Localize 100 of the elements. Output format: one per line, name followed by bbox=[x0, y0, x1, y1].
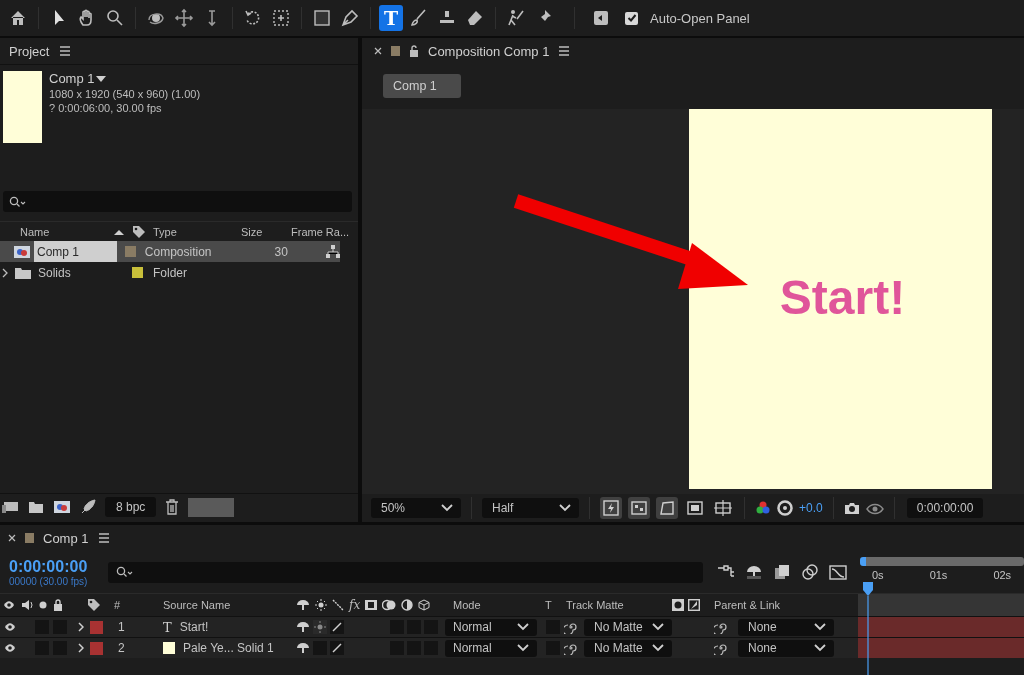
film-icon[interactable] bbox=[365, 599, 378, 611]
project-row[interactable]: Solids Folder bbox=[0, 262, 358, 283]
zoom-dropdown[interactable]: 50% bbox=[371, 498, 461, 518]
track-matte-dropdown[interactable]: No Matte bbox=[584, 618, 672, 636]
close-icon[interactable] bbox=[374, 47, 382, 55]
search-field[interactable] bbox=[3, 191, 352, 212]
camera-icon[interactable] bbox=[843, 501, 860, 515]
trash-icon[interactable] bbox=[165, 499, 180, 515]
column-header[interactable]: T bbox=[545, 599, 552, 611]
flowchart-icon[interactable] bbox=[717, 564, 735, 580]
resolution-dropdown[interactable]: Half bbox=[482, 498, 579, 518]
menu-icon[interactable] bbox=[97, 532, 110, 544]
column-header[interactable]: # bbox=[114, 599, 121, 611]
adjustment-icon[interactable] bbox=[401, 599, 414, 611]
matte-icon[interactable] bbox=[672, 599, 684, 611]
composition-icon[interactable] bbox=[53, 500, 71, 514]
layer-name[interactable]: Pale Ye... Solid 1 bbox=[183, 641, 274, 655]
expand-chevron-icon[interactable] bbox=[2, 267, 8, 278]
item-type: Folder bbox=[152, 264, 188, 282]
sort-arrow-icon[interactable] bbox=[114, 228, 124, 235]
eye-icon[interactable] bbox=[3, 600, 15, 610]
sun-icon[interactable] bbox=[315, 599, 327, 611]
region-icon bbox=[686, 499, 704, 517]
view-toggle-button[interactable] bbox=[600, 497, 622, 519]
project-row[interactable]: Comp 1 Composition 30 bbox=[0, 241, 340, 262]
layer-row[interactable]: 2 Pale Ye... Solid 1 Normal No Matte None bbox=[0, 637, 1024, 658]
graph-editor-icon[interactable] bbox=[829, 564, 847, 580]
checkbox[interactable] bbox=[625, 11, 638, 25]
lock-icon[interactable] bbox=[53, 599, 63, 611]
panel-icon[interactable] bbox=[593, 10, 609, 26]
type-tool-button[interactable]: T bbox=[379, 5, 403, 31]
close-icon[interactable] bbox=[8, 534, 16, 542]
mode-dropdown[interactable]: Normal bbox=[445, 618, 537, 636]
panel-tab[interactable]: Comp 1 bbox=[43, 530, 89, 546]
invert-matte-icon[interactable] bbox=[688, 599, 700, 611]
label-swatch bbox=[25, 533, 34, 543]
quality-icon[interactable] bbox=[330, 620, 344, 634]
shy-layers-icon[interactable] bbox=[745, 564, 763, 580]
expand-chevron-icon[interactable] bbox=[78, 622, 84, 632]
expand-chevron-icon[interactable] bbox=[78, 643, 84, 653]
interpret-footage-icon[interactable] bbox=[1, 500, 19, 514]
layer-number: 1 bbox=[118, 620, 125, 634]
solo-dot-icon[interactable] bbox=[39, 601, 47, 609]
search-field[interactable] bbox=[108, 561, 703, 583]
visibility-toggle[interactable] bbox=[3, 620, 17, 634]
bit-depth-button[interactable]: 8 bpc bbox=[105, 497, 157, 517]
tag-icon[interactable] bbox=[132, 224, 146, 239]
breadcrumb-button[interactable]: Comp 1 bbox=[383, 74, 461, 98]
speaker-icon[interactable] bbox=[21, 600, 33, 610]
parent-dropdown[interactable]: None bbox=[738, 639, 834, 657]
shy-icon[interactable] bbox=[296, 599, 310, 611]
parent-dropdown[interactable]: None bbox=[738, 618, 834, 636]
column-header[interactable]: Name bbox=[20, 225, 50, 238]
track-matte-dropdown[interactable]: No Matte bbox=[584, 639, 672, 657]
column-header[interactable]: Source Name bbox=[163, 599, 231, 611]
flowchart-icon[interactable] bbox=[326, 244, 340, 259]
frame-blending-icon[interactable] bbox=[773, 564, 791, 580]
tag-icon[interactable] bbox=[87, 598, 101, 612]
column-header[interactable]: fx bbox=[349, 598, 361, 612]
lock-icon[interactable] bbox=[409, 45, 419, 57]
current-time[interactable]: 0:00:00:00 bbox=[9, 557, 108, 576]
column-header[interactable]: Mode bbox=[453, 599, 481, 611]
shy-icon[interactable] bbox=[296, 621, 310, 633]
checkerboard-icon bbox=[630, 499, 648, 517]
folder-icon[interactable] bbox=[28, 500, 44, 514]
quality-icon[interactable] bbox=[330, 641, 344, 655]
label-swatch[interactable] bbox=[90, 620, 103, 634]
color-swatch[interactable] bbox=[188, 497, 235, 517]
caret-icon[interactable] bbox=[95, 74, 106, 83]
column-header[interactable]: Type bbox=[150, 222, 238, 241]
column-header[interactable]: Track Matte bbox=[566, 599, 624, 611]
aperture-icon[interactable] bbox=[777, 500, 793, 516]
exposure-value[interactable]: +0.0 bbox=[799, 501, 823, 515]
view-toggle-button[interactable] bbox=[656, 497, 678, 519]
column-header[interactable]: Parent & Link bbox=[714, 599, 781, 611]
eraser-icon bbox=[465, 8, 485, 28]
blend-icon[interactable] bbox=[382, 599, 397, 611]
visibility-toggle[interactable] bbox=[3, 641, 17, 655]
menu-icon[interactable] bbox=[59, 45, 72, 57]
item-name: Comp 1 bbox=[34, 241, 117, 262]
layer-name[interactable]: Start! bbox=[179, 620, 209, 634]
timecode-field[interactable]: 0:00:00:00 bbox=[906, 498, 984, 518]
view-toggle-button[interactable] bbox=[628, 497, 650, 519]
shy-icon[interactable] bbox=[296, 642, 310, 654]
panel-tab[interactable]: Composition Comp 1 bbox=[428, 43, 550, 59]
cube-icon[interactable] bbox=[418, 599, 431, 611]
menu-icon[interactable] bbox=[558, 45, 571, 57]
column-header[interactable]: Frame Ra... bbox=[288, 222, 346, 241]
rgb-channels-icon[interactable] bbox=[755, 500, 771, 516]
chevron-down-icon bbox=[814, 623, 826, 631]
view-toggle-button[interactable] bbox=[712, 497, 734, 519]
mode-dropdown[interactable]: Normal bbox=[445, 639, 537, 657]
column-header[interactable]: Size bbox=[238, 222, 288, 241]
quality-icon[interactable] bbox=[332, 599, 344, 611]
playhead[interactable] bbox=[862, 582, 874, 675]
label-swatch[interactable] bbox=[90, 641, 103, 655]
panel-title[interactable]: Project bbox=[9, 43, 50, 59]
motion-blur-icon[interactable] bbox=[801, 564, 819, 580]
chevron-down-icon bbox=[517, 644, 529, 652]
layer-row[interactable]: 1 T Start! Normal No Matte None bbox=[0, 616, 1024, 637]
